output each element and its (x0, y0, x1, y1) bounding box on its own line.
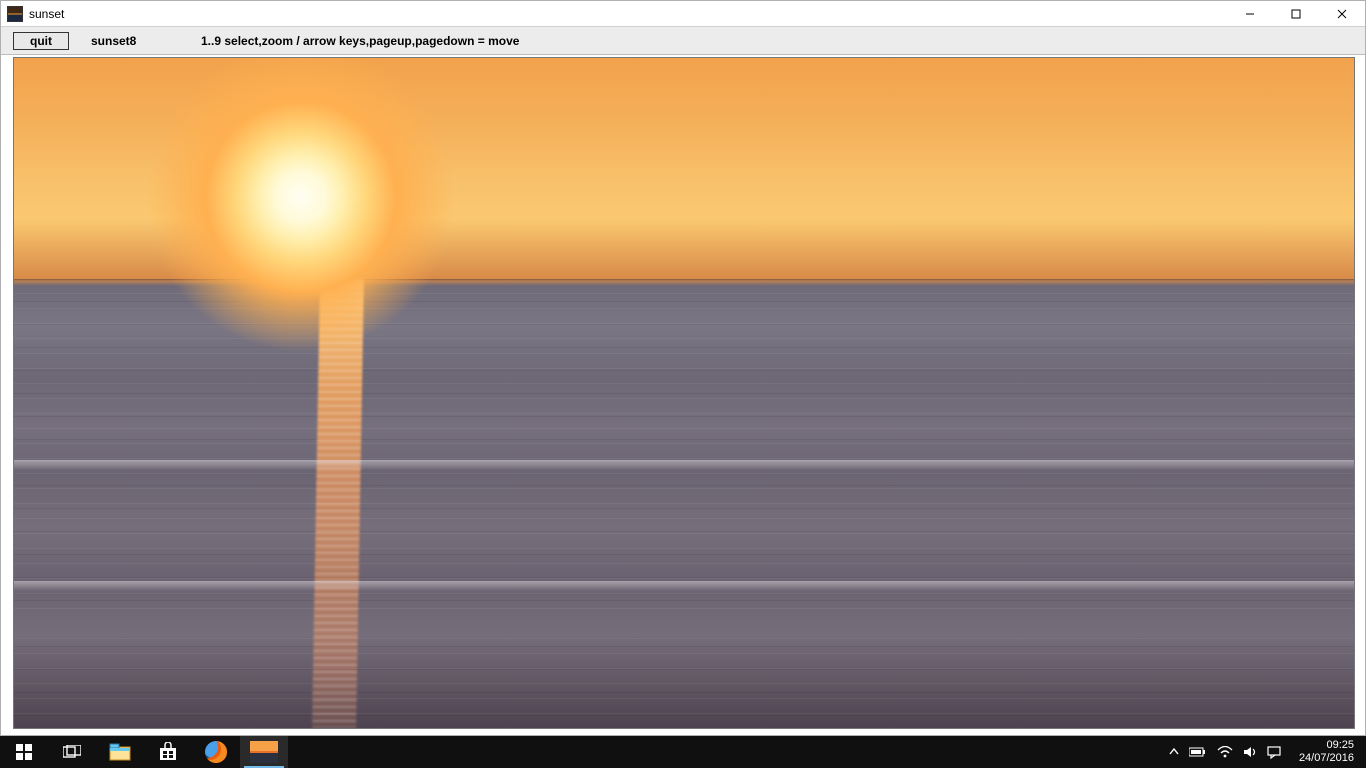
quit-button[interactable]: quit (13, 32, 69, 50)
start-button[interactable] (0, 736, 48, 768)
title-bar[interactable]: sunset (1, 1, 1365, 27)
clock-time: 09:25 (1299, 739, 1354, 752)
battery-icon[interactable] (1189, 747, 1207, 757)
toolbar: quit sunset8 1..9 select,zoom / arrow ke… (1, 27, 1365, 55)
tray-overflow-icon[interactable] (1169, 747, 1179, 757)
close-button[interactable] (1319, 1, 1365, 27)
action-center-icon[interactable] (1267, 746, 1281, 759)
wifi-icon[interactable] (1217, 746, 1233, 758)
window-title: sunset (29, 7, 64, 21)
app-icon (7, 6, 23, 22)
maximize-button[interactable] (1273, 1, 1319, 27)
taskbar-file-explorer[interactable] (96, 736, 144, 768)
volume-icon[interactable] (1243, 746, 1257, 758)
taskbar-sunset-app[interactable] (240, 736, 288, 768)
taskbar-store[interactable] (144, 736, 192, 768)
task-view-button[interactable] (48, 736, 96, 768)
sun-reflection (312, 279, 364, 728)
minimize-button[interactable] (1227, 1, 1273, 27)
sunset-app-icon (250, 741, 278, 763)
wave-foam (14, 460, 1354, 470)
system-tray: 09:25 24/07/2016 (1169, 736, 1366, 768)
taskbar-firefox[interactable] (192, 736, 240, 768)
sea-texture (14, 279, 1354, 728)
keyboard-help-text: 1..9 select,zoom / arrow keys,pageup,pag… (201, 34, 519, 48)
taskbar: 09:25 24/07/2016 (0, 736, 1366, 768)
app-window: sunset quit sunset8 1..9 select,zoom / a… (0, 0, 1366, 736)
firefox-icon (205, 741, 227, 763)
filename-label: sunset8 (91, 34, 191, 48)
clock-date: 24/07/2016 (1299, 752, 1354, 765)
horizon-line (14, 279, 1354, 281)
image-viewport[interactable] (1, 55, 1365, 735)
taskbar-clock[interactable]: 09:25 24/07/2016 (1291, 739, 1362, 765)
sunset-photo (13, 57, 1355, 729)
wave-foam (14, 581, 1354, 591)
